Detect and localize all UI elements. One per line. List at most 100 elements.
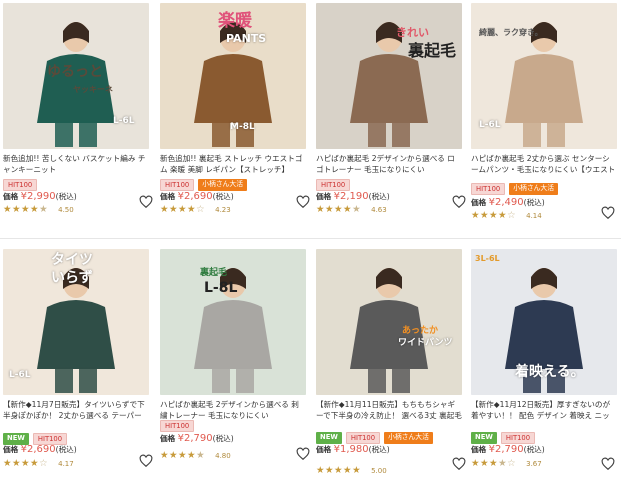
product-image[interactable]: 裏起毛 L-8L	[160, 249, 306, 395]
image-overlay-text: きれい	[396, 26, 429, 39]
price-row: 価格 ¥2,690(税込)	[160, 191, 234, 202]
hit100-badge: HIT100	[316, 179, 351, 191]
badge-row: HIT100 小柄さん大活	[160, 179, 248, 191]
rating-value: 5.00	[371, 466, 387, 475]
badge-row: HIT100	[160, 420, 195, 432]
product-image[interactable]: 綺麗、ラク穿き。 L-6L	[471, 3, 617, 149]
favorite-heart-icon[interactable]	[139, 453, 153, 468]
product-card[interactable]: あったかワイドパンツ【新作◆11月11日販売】もちもちシャギーで下半身の冷え防止…	[316, 249, 466, 476]
hit100-badge: HIT100	[345, 432, 381, 444]
product-image[interactable]: タイツ いらず L-6L	[3, 249, 149, 395]
hit100-badge: HIT100	[471, 183, 506, 195]
rating: ★★★★☆ 4.17	[3, 458, 74, 469]
product-card[interactable]: 裏起毛 L-8L ハピばか裏起毛 2デザインから選べる 刺繍トレーナー 毛玉になりに…	[160, 249, 310, 461]
tax-note: (税込)	[55, 192, 77, 201]
price-label: 価格	[471, 445, 487, 454]
product-card[interactable]: ゆるっと ヤッキーネ L-6L 新色追加!! 苦しくない バスケット編み チャンキーニ…	[3, 3, 153, 215]
badge-row: HIT100	[316, 179, 351, 191]
image-overlay-text: 裏起毛	[408, 41, 457, 60]
tax-note: (税込)	[523, 445, 545, 454]
tax-note: (税込)	[368, 192, 390, 201]
image-overlay-text: タイツ	[51, 252, 93, 268]
tax-note: (税込)	[212, 434, 234, 443]
product-image[interactable]: 楽暖 PANTS M-8L	[160, 3, 306, 149]
rating: ★★★★☆ 3.67	[471, 458, 542, 469]
new-badge: NEW	[471, 432, 497, 444]
price-row: 価格 ¥2,990(税込)	[3, 191, 77, 202]
rating: ★★★★☆ 4.23	[160, 204, 231, 215]
image-overlay-text: ワイドパンツ	[398, 338, 453, 348]
rating-value: 4.63	[371, 205, 387, 214]
product-title[interactable]: 新色追加!! 裏起毛 ストレッチ ウエストゴム 楽暖 美脚 レギパン【ストレッチ…	[160, 153, 306, 175]
image-overlay-text: 3L-6L	[475, 254, 500, 263]
product-image[interactable]: あったかワイドパンツ	[316, 249, 462, 395]
product-title[interactable]: 新色追加!! 苦しくない バスケット編み チャンキーニット	[3, 153, 149, 175]
price-value: ¥2,690	[20, 444, 56, 455]
petite-badge: 小柄さん大活	[509, 183, 559, 195]
product-image[interactable]: 着映える。 3L-6L	[471, 249, 617, 395]
rating-value: 4.50	[58, 205, 74, 214]
favorite-heart-icon[interactable]	[452, 456, 466, 471]
price-label: 価格	[160, 192, 176, 201]
product-card[interactable]: タイツ いらず L-6L 【新作◆11月7日販売】タイツいらずで下半身ぽかぽか！ 2丈…	[3, 249, 153, 469]
favorite-heart-icon[interactable]	[601, 456, 615, 471]
price-value: ¥2,690	[177, 191, 213, 202]
image-overlay-text: L-8L	[204, 280, 238, 296]
star-rating-icon: ★★★★★	[3, 204, 49, 215]
rating-value: 4.14	[526, 211, 542, 220]
price-value: ¥2,790	[177, 433, 213, 444]
image-overlay-text: 楽暖	[218, 11, 252, 31]
image-overlay-text: L-6L	[113, 116, 135, 126]
rating: ★★★★★ 4.50	[3, 204, 74, 215]
tax-note: (税込)	[212, 192, 234, 201]
image-overlay-text: L-6L	[9, 370, 31, 380]
rating-value: 4.23	[215, 205, 231, 214]
tax-note: (税込)	[523, 198, 545, 207]
rating-value: 4.80	[215, 451, 231, 460]
price-row: 価格 ¥2,190(税込)	[316, 191, 390, 202]
product-card[interactable]: きれい裏起毛ハピばか裏起毛 2デザインから選べる ロゴトレーナー 毛玉になりにく…	[316, 3, 466, 215]
price-label: 価格	[3, 192, 19, 201]
price-row: 価格 ¥2,690(税込)	[3, 444, 77, 455]
product-image[interactable]: きれい裏起毛	[316, 3, 462, 149]
price-label: 価格	[316, 445, 332, 454]
star-rating-icon: ★★★★☆	[160, 204, 206, 215]
rating-value: 3.67	[526, 459, 542, 468]
price-row: 価格 ¥1,980(税込)	[316, 444, 390, 455]
product-title[interactable]: ハピばか裏起毛 2デザインから選べる 刺繍トレーナー 毛玉になりにくい	[160, 399, 306, 421]
tax-note: (税込)	[368, 445, 390, 454]
price-row: 価格 ¥2,490(税込)	[471, 197, 545, 208]
favorite-heart-icon[interactable]	[601, 205, 615, 220]
price-value: ¥2,790	[488, 444, 524, 455]
product-title[interactable]: ハピばか裏起毛 2デザインから選べる ロゴトレーナー 毛玉になりにくい	[316, 153, 462, 175]
product-card[interactable]: 綺麗、ラク穿き。 L-6L ハピばか裏起毛 2丈から選ぶ センターシームパンツ・毛玉…	[471, 3, 617, 221]
favorite-heart-icon[interactable]	[296, 194, 310, 209]
product-card[interactable]: 楽暖 PANTS M-8L 新色追加!! 裏起毛 ストレッチ ウエストゴム 楽暖 美脚…	[160, 3, 310, 215]
image-overlay-text: 裏起毛	[200, 268, 228, 278]
badge-row: HIT100 小柄さん大活	[471, 183, 559, 195]
favorite-heart-icon[interactable]	[139, 194, 153, 209]
badge-row: NEW HIT100 小柄さん大活	[316, 432, 433, 444]
image-overlay-text: あったか	[402, 326, 439, 336]
image-overlay-text: L-6L	[479, 120, 501, 130]
product-title[interactable]: 【新作◆11月7日販売】タイツいらずで下半身ぽかぽか！ 2丈から選べる テーパー…	[3, 399, 149, 421]
petite-badge: 小柄さん大活	[198, 179, 248, 191]
product-image[interactable]: ゆるっと ヤッキーネ L-6L	[3, 3, 149, 149]
product-title[interactable]: 【新作◆11月12日販売】厚すぎないのが着やすい！！ 配色 デザイン 着映え ニ…	[471, 399, 617, 421]
product-title[interactable]: ハピばか裏起毛 2丈から選ぶ センターシームパンツ・毛玉になりにくい【ウエストゴ…	[471, 153, 617, 175]
hit100-badge: HIT100	[160, 420, 195, 432]
image-overlay-text: ヤッキーネ	[73, 85, 113, 94]
price-row: 価格 ¥2,790(税込)	[471, 444, 545, 455]
price-label: 価格	[160, 434, 176, 443]
price-label: 価格	[316, 192, 332, 201]
image-overlay-text: PANTS	[226, 32, 267, 45]
star-rating-icon: ★★★★★	[160, 450, 206, 461]
image-overlay-text: M-8L	[230, 122, 255, 132]
badge-row: NEW HIT100	[471, 432, 536, 444]
favorite-heart-icon[interactable]	[296, 446, 310, 461]
new-badge: NEW	[316, 432, 342, 444]
product-title[interactable]: 【新作◆11月11日販売】もちもちシャギーで下半身の冷え防止！ 選べる3丈 裏起…	[316, 399, 462, 421]
favorite-heart-icon[interactable]	[452, 194, 466, 209]
product-card[interactable]: 着映える。 3L-6L 【新作◆11月12日販売】厚すぎないのが着やすい！！ 配色 …	[471, 249, 617, 471]
image-overlay-text: 着映える。	[515, 364, 585, 380]
